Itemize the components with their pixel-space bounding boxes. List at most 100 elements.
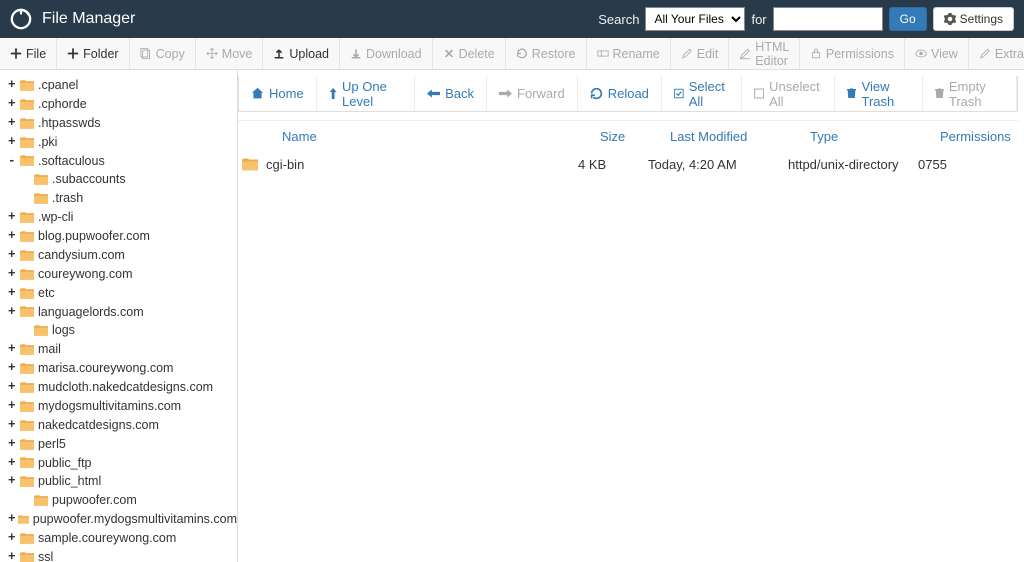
tree-item[interactable]: +mydogsmultivitamins.com <box>8 397 237 416</box>
settings-label: Settings <box>960 12 1003 26</box>
tree-label: logs <box>52 322 75 339</box>
tree-item[interactable]: .subaccounts <box>8 170 237 189</box>
table-row[interactable]: cgi-bin4 KBToday, 4:20 AMhttpd/unix-dire… <box>238 152 1018 177</box>
tree-item[interactable]: +public_html <box>8 472 237 491</box>
tree-item[interactable]: +ssl <box>8 548 237 562</box>
rename-button[interactable]: Rename <box>587 38 671 69</box>
tree-toggle[interactable]: + <box>8 455 18 472</box>
reload-button[interactable]: Reload <box>578 76 662 111</box>
tree-item[interactable]: +.cpanel <box>8 76 237 95</box>
tree-item[interactable]: +.pki <box>8 133 237 152</box>
tree-item[interactable]: +.wp-cli <box>8 208 237 227</box>
forward-button[interactable]: Forward <box>487 76 578 111</box>
tree-item[interactable]: +public_ftp <box>8 454 237 473</box>
delete-button[interactable]: Delete <box>433 38 506 69</box>
tree-item[interactable]: +languagelords.com <box>8 303 237 322</box>
tree-toggle[interactable]: + <box>8 77 18 94</box>
html-editor-button[interactable]: HTML Editor <box>729 38 800 69</box>
plus-icon <box>67 48 79 60</box>
tree-item[interactable]: +pupwoofer.mydogsmultivitamins.com <box>8 510 237 529</box>
tree-toggle[interactable]: + <box>8 285 18 302</box>
tree-label: .htpasswds <box>38 115 101 132</box>
tree-item[interactable]: logs <box>8 321 237 340</box>
tree-toggle[interactable]: + <box>8 115 18 132</box>
empty-trash-button[interactable]: Empty Trash <box>923 76 1017 111</box>
tree-item[interactable]: +sample.coureywong.com <box>8 529 237 548</box>
tree-item[interactable]: + .htpasswds <box>8 114 237 133</box>
col-size[interactable]: Size <box>600 129 670 144</box>
tree-toggle[interactable]: + <box>8 398 18 415</box>
extract-button[interactable]: Extract <box>969 38 1024 69</box>
tree-toggle[interactable]: + <box>8 511 16 528</box>
edit-button[interactable]: Edit <box>671 38 730 69</box>
tree-item[interactable]: +etc <box>8 284 237 303</box>
restore-button[interactable]: Restore <box>506 38 587 69</box>
arrow-right-icon <box>499 88 512 99</box>
folder-icon <box>20 420 34 431</box>
tree-toggle[interactable]: + <box>8 209 18 226</box>
view-button[interactable]: View <box>905 38 969 69</box>
view-trash-button[interactable]: View Trash <box>835 76 922 111</box>
app-logo: File Manager <box>10 8 135 30</box>
tree-item[interactable]: +perl5 <box>8 435 237 454</box>
go-button[interactable]: Go <box>889 7 927 31</box>
tree-toggle[interactable]: + <box>8 266 18 283</box>
settings-button[interactable]: Settings <box>933 7 1014 31</box>
trash-icon <box>847 87 856 100</box>
tree-toggle[interactable]: + <box>8 247 18 264</box>
back-button[interactable]: Back <box>415 76 487 111</box>
home-label: Home <box>269 86 304 101</box>
search-scope-select[interactable]: All Your Files <box>645 7 745 31</box>
tree-toggle[interactable]: + <box>8 228 18 245</box>
tree-label: mail <box>38 341 61 358</box>
col-name[interactable]: Name <box>260 129 600 144</box>
col-type[interactable]: Type <box>810 129 940 144</box>
tree-item[interactable]: pupwoofer.com <box>8 491 237 510</box>
tree-item[interactable]: +marisa.coureywong.com <box>8 359 237 378</box>
main-toolbar: FileFolderCopyMoveUploadDownloadDeleteRe… <box>0 38 1024 70</box>
search-input[interactable] <box>773 7 883 31</box>
file-table: Name Size Last Modified Type Permissions… <box>238 120 1018 177</box>
tree-toggle[interactable]: - <box>8 153 18 170</box>
home-button[interactable]: Home <box>239 76 317 111</box>
tree-toggle[interactable]: + <box>8 360 18 377</box>
tree-toggle[interactable]: + <box>8 304 18 321</box>
tree-toggle[interactable]: + <box>8 134 18 151</box>
tree-item[interactable]: .trash <box>8 189 237 208</box>
col-modified[interactable]: Last Modified <box>670 129 810 144</box>
unselect-all-button[interactable]: Unselect All <box>742 76 836 111</box>
move-button[interactable]: Move <box>196 38 264 69</box>
upload-button[interactable]: Upload <box>263 38 340 69</box>
copy-button[interactable]: Copy <box>130 38 196 69</box>
tree-item[interactable]: +nakedcatdesigns.com <box>8 416 237 435</box>
download-button[interactable]: Download <box>340 38 433 69</box>
tree-toggle[interactable]: + <box>8 96 18 113</box>
tree-toggle[interactable]: + <box>8 341 18 358</box>
forward-label: Forward <box>517 86 565 101</box>
tree-item[interactable]: +.cphorde <box>8 95 237 114</box>
tree-item[interactable]: +candysium.com <box>8 246 237 265</box>
up-one-level-button[interactable]: Up One Level <box>317 76 415 111</box>
folder-icon <box>20 476 34 487</box>
folder-icon <box>242 158 258 171</box>
tree-toggle[interactable]: + <box>8 549 18 562</box>
tree-item[interactable]: - .softaculous <box>8 152 237 171</box>
col-permissions[interactable]: Permissions <box>940 129 1012 144</box>
tree-toggle[interactable]: + <box>8 436 18 453</box>
tree-toggle[interactable]: + <box>8 473 18 490</box>
tree-toggle[interactable]: + <box>8 530 18 547</box>
tree-item[interactable]: + mail <box>8 340 237 359</box>
permissions-button[interactable]: Permissions <box>800 38 905 69</box>
folder-button[interactable]: Folder <box>57 38 129 69</box>
file-type: httpd/unix-directory <box>788 157 918 172</box>
tree-item[interactable]: +mudcloth.nakedcatdesigns.com <box>8 378 237 397</box>
content-pane: Home Up One Level Back Forward Reload Se… <box>238 70 1024 562</box>
tree-toggle[interactable]: + <box>8 379 18 396</box>
file-button[interactable]: File <box>0 38 57 69</box>
tree-toggle[interactable]: + <box>8 417 18 434</box>
tree-item[interactable]: +blog.pupwoofer.com <box>8 227 237 246</box>
action-bar: Home Up One Level Back Forward Reload Se… <box>238 76 1018 112</box>
tree-label: .softaculous <box>38 153 105 170</box>
select-all-button[interactable]: Select All <box>662 76 742 111</box>
tree-item[interactable]: +coureywong.com <box>8 265 237 284</box>
